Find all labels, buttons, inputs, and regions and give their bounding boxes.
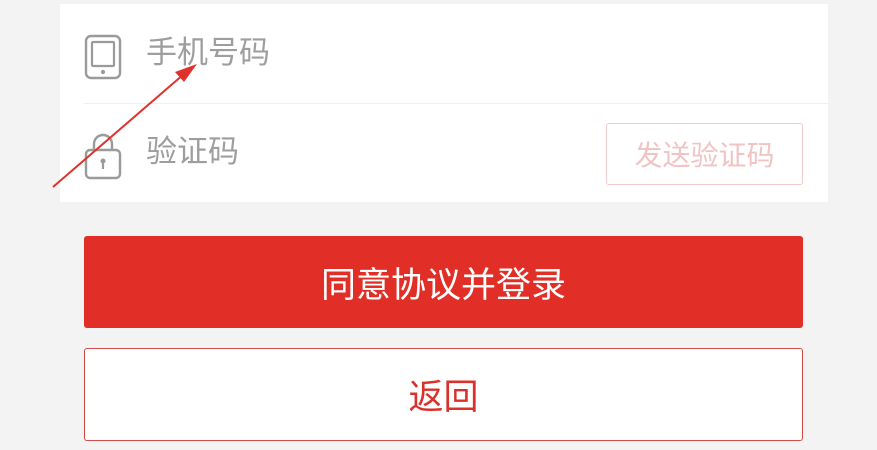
phone-icon (84, 34, 122, 84)
back-button[interactable]: 返回 (84, 348, 803, 441)
login-form: 发送验证码 (60, 4, 828, 202)
agree-and-login-button[interactable]: 同意协议并登录 (84, 236, 803, 328)
lock-icon (84, 132, 122, 184)
phone-input[interactable] (146, 4, 566, 103)
phone-row (60, 4, 828, 103)
send-code-button[interactable]: 发送验证码 (606, 123, 803, 185)
verification-row: 发送验证码 (60, 103, 828, 202)
verification-code-input[interactable] (146, 103, 566, 202)
